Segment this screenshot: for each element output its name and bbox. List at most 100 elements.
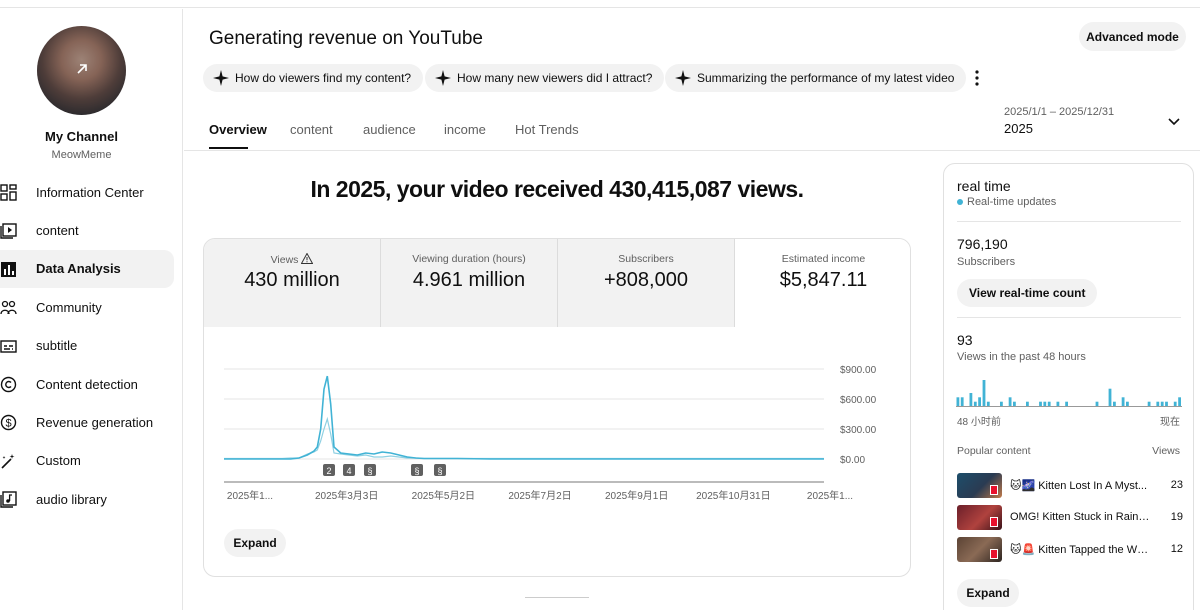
mini-bar [1173,401,1177,406]
sidebar-item-label: Content detection [36,376,138,392]
sidebar-item-label: audio library [36,491,107,507]
upload-count-marker[interactable]: 4 [343,464,355,476]
metric-subscribers[interactable]: Subscribers +808,000 [558,239,735,327]
metric-estimated-income[interactable]: Estimated income $5,847.11 [735,239,910,327]
sidebar-item-label: Data Analysis [36,261,121,277]
summary-headline: In 2025, your video received 430,415,087… [310,176,804,202]
channel-avatar[interactable] [37,26,126,115]
upload-count-marker[interactable]: 2 [323,464,335,476]
mini-bar [969,393,973,406]
advanced-mode-button[interactable]: Advanced mode [1079,22,1186,51]
metric-value: 430 million [244,269,340,291]
svg-text:§: § [414,466,419,476]
bar-chart-icon [1,261,16,277]
warning-icon [301,253,314,264]
mini-bar [978,397,981,406]
expand-button[interactable]: Expand [224,529,286,557]
y-tick-label: $900.00 [840,365,877,376]
sparkle-icon [435,70,451,86]
mini-bar [1039,401,1042,406]
mini-bar [973,401,977,406]
metric-tabs: Views 430 million Viewing duration (hour… [204,239,910,327]
question-chip-traffic[interactable]: How do viewers find my content? [203,64,424,92]
date-range-label[interactable]: 2025 [1004,121,1033,136]
chevron-down-icon[interactable] [1166,114,1182,130]
tab-income[interactable]: income [444,122,486,137]
mini-bar [956,397,960,406]
chip-label: How many new viewers did I attract? [457,71,653,85]
shorts-marker-icon[interactable]: § [364,464,376,476]
views-48h-bar-chart[interactable] [956,376,1182,408]
mini-bar [1000,401,1003,406]
realtime-expand-button[interactable]: Expand [957,579,1019,607]
copyright-icon [0,376,17,393]
more-vert-icon[interactable] [969,68,985,88]
sidebar-item-custom[interactable]: Custom [0,442,174,480]
video-title: 🐱🌌 Kitten Lost In A Myst... [1010,480,1148,492]
channel-name: My Channel [45,129,118,144]
sidebar-item-community[interactable]: Community [0,288,174,326]
shorts-badge-icon [990,517,998,527]
sidebar-item-revenue-generation[interactable]: $ Revenue generation [0,403,174,441]
sidebar-item-subtitle[interactable]: subtitle [0,327,174,365]
metric-value: 4.961 million [412,269,526,291]
mini-bar [1165,401,1168,406]
video-thumbnail [957,473,1002,498]
header-divider [184,150,1200,151]
realtime-status-text: Real-time updates [967,196,1057,208]
metric-label: Estimated income [781,253,866,265]
tab-audience[interactable]: audience [363,122,416,137]
mini-bar [1013,401,1016,406]
x-tick-label: 2025年7月2日 [508,489,571,502]
popular-content-label: Popular content [957,445,1031,457]
overview-card: Views 430 million Viewing duration (hour… [203,238,911,577]
shorts-marker-icon[interactable]: § [434,464,446,476]
shorts-marker-icon[interactable]: § [411,464,423,476]
sparkle-icon [675,70,691,86]
mini-bar [1160,401,1164,406]
svg-text:4: 4 [346,466,351,476]
mini-bar [986,401,990,406]
question-chip-latest-video[interactable]: Summarizing the performance of my latest… [665,64,967,92]
tab-hot-trends[interactable]: Hot Trends [515,122,579,137]
scroll-hint-divider [525,597,589,598]
tab-overview[interactable]: Overview [209,122,267,137]
tab-content[interactable]: content [290,122,333,137]
x-tick-label: 2025年3月3日 [315,489,378,502]
x-tick-label: 2025年1... [227,489,273,502]
sidebar: My Channel MeowMeme Information Center c… [0,9,183,610]
revenue-line-chart[interactable]: $900.00 $600.00 $300.00 $0.00 2025年1... 2025年… [204,327,911,527]
x-tick-label: 2025年1... [807,489,853,502]
sidebar-item-data-analysis[interactable]: Data Analysis [0,249,174,289]
external-link-icon [77,64,87,74]
metric-label: Subscribers [618,253,674,265]
realtime-title: real time [957,178,1011,194]
video-views: 12 [1170,543,1183,555]
metric-value: $5,847.11 [779,269,868,291]
popular-video-row[interactable]: OMG! Kitten Stuck in Rainbo... 19 [957,505,1183,531]
mini-bar [1095,401,1099,406]
sidebar-item-content[interactable]: content [0,211,174,249]
realtime-status: Real-time updates [957,196,1056,208]
sidebar-item-information-center[interactable]: Information Center [0,173,174,211]
mini-bar [1065,401,1068,406]
metric-views[interactable]: Views 430 million [204,239,381,327]
sidebar-item-audio-library[interactable]: audio library [0,480,174,518]
subtitles-icon [0,339,17,353]
metric-label: Viewing duration (hours) [412,253,526,265]
popular-video-row[interactable]: 🐱🌌 Kitten Lost In A Myst... 23 [957,473,1183,499]
date-range-text[interactable]: 2025/1/1 – 2025/12/31 [1004,106,1114,118]
sidebar-item-content-detection[interactable]: Content detection [0,365,174,403]
mini-bar [1056,401,1060,406]
chip-label: Summarizing the performance of my latest… [697,71,955,85]
axis-start-label: 48 小时前 [957,417,1001,428]
mini-bar [1108,388,1112,406]
dashboard-icon [0,184,17,201]
view-realtime-count-button[interactable]: View real-time count [957,279,1098,307]
svg-text:$: $ [5,418,11,430]
popular-video-row[interactable]: 🐱🚨 Kitten Tapped the WR... 12 [957,537,1183,563]
metric-watch-time[interactable]: Viewing duration (hours) 4.961 million [381,239,558,327]
question-chip-new-viewers[interactable]: How many new viewers did I attract? [425,64,665,92]
mini-bar [1026,401,1029,406]
x-tick-label: 2025年10月31日 [696,489,771,502]
